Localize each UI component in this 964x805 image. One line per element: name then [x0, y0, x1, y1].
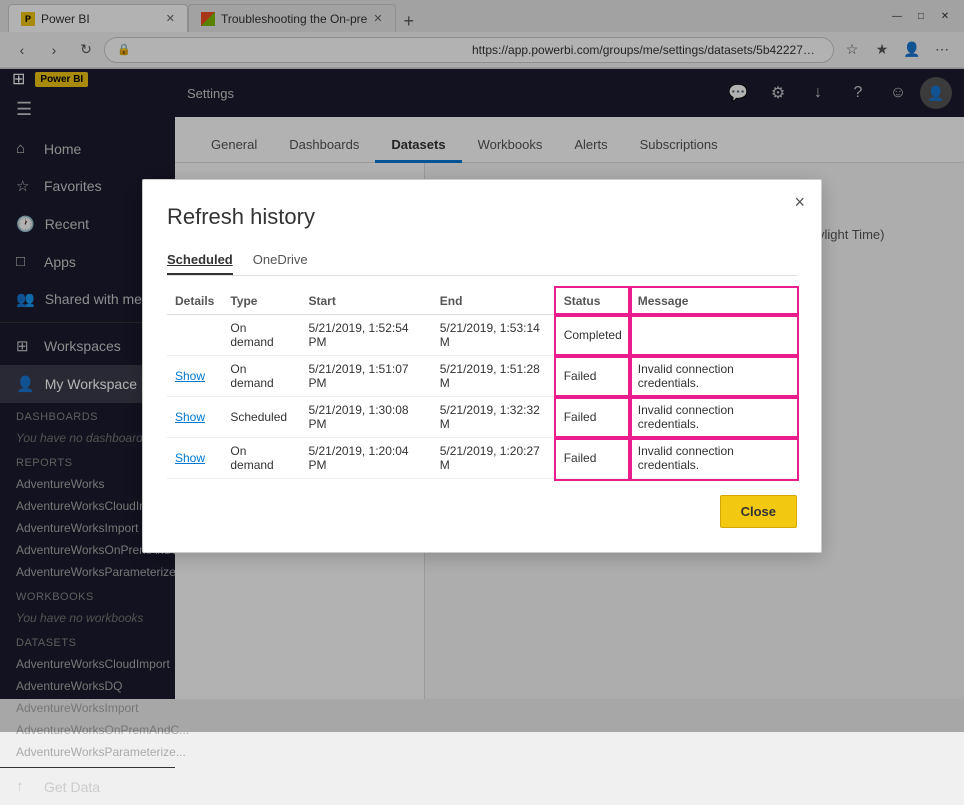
row4-start: 5/21/2019, 1:20:04 PM	[301, 438, 432, 479]
table-row: Show Scheduled 5/21/2019, 1:30:08 PM 5/2…	[167, 397, 797, 438]
modal-tab-onedrive[interactable]: OneDrive	[253, 246, 308, 275]
get-data-icon: ↑	[16, 778, 34, 795]
row3-details[interactable]: Show	[167, 397, 222, 438]
table-row: Show On demand 5/21/2019, 1:51:07 PM 5/2…	[167, 356, 797, 397]
row4-end: 5/21/2019, 1:20:27 M	[432, 438, 556, 479]
col-end: End	[432, 288, 556, 315]
row2-type: On demand	[222, 356, 300, 397]
row2-start: 5/21/2019, 1:51:07 PM	[301, 356, 432, 397]
get-data-label: Get Data	[44, 779, 159, 795]
row3-end: 5/21/2019, 1:32:32 M	[432, 397, 556, 438]
modal-overlay: × Refresh history Scheduled OneDrive Det…	[0, 0, 964, 732]
row2-details[interactable]: Show	[167, 356, 222, 397]
row1-details	[167, 315, 222, 356]
col-details: Details	[167, 288, 222, 315]
row4-type: On demand	[222, 438, 300, 479]
row1-status: Completed	[556, 315, 630, 356]
modal-close-button[interactable]: ×	[794, 192, 805, 213]
modal-tab-scheduled[interactable]: Scheduled	[167, 246, 233, 275]
row1-start: 5/21/2019, 1:52:54 PM	[301, 315, 432, 356]
sidebar-get-data[interactable]: ↑ Get Data	[0, 767, 175, 805]
row4-details[interactable]: Show	[167, 438, 222, 479]
row3-status: Failed	[556, 397, 630, 438]
modal-footer: Close	[167, 495, 797, 528]
dataset-link-parameterize[interactable]: AdventureWorksParameterize...	[0, 741, 175, 763]
refresh-history-table: Details Type Start End Status Message On…	[167, 288, 797, 479]
row1-type: On demand	[222, 315, 300, 356]
row3-start: 5/21/2019, 1:30:08 PM	[301, 397, 432, 438]
row2-end: 5/21/2019, 1:51:28 M	[432, 356, 556, 397]
col-type: Type	[222, 288, 300, 315]
row4-message: Invalid connection credentials.	[630, 438, 797, 479]
row1-end: 5/21/2019, 1:53:14 M	[432, 315, 556, 356]
row3-message: Invalid connection credentials.	[630, 397, 797, 438]
row4-status: Failed	[556, 438, 630, 479]
col-start: Start	[301, 288, 432, 315]
table-row: On demand 5/21/2019, 1:52:54 PM 5/21/201…	[167, 315, 797, 356]
row1-message	[630, 315, 797, 356]
col-message: Message	[630, 288, 797, 315]
modal-close-btn[interactable]: Close	[720, 495, 797, 528]
modal-title: Refresh history	[167, 204, 797, 230]
refresh-history-modal: × Refresh history Scheduled OneDrive Det…	[142, 179, 822, 553]
row2-message: Invalid connection credentials.	[630, 356, 797, 397]
table-row: Show On demand 5/21/2019, 1:20:04 PM 5/2…	[167, 438, 797, 479]
col-status: Status	[556, 288, 630, 315]
modal-tabs-bar: Scheduled OneDrive	[167, 246, 797, 276]
row2-status: Failed	[556, 356, 630, 397]
row3-type: Scheduled	[222, 397, 300, 438]
